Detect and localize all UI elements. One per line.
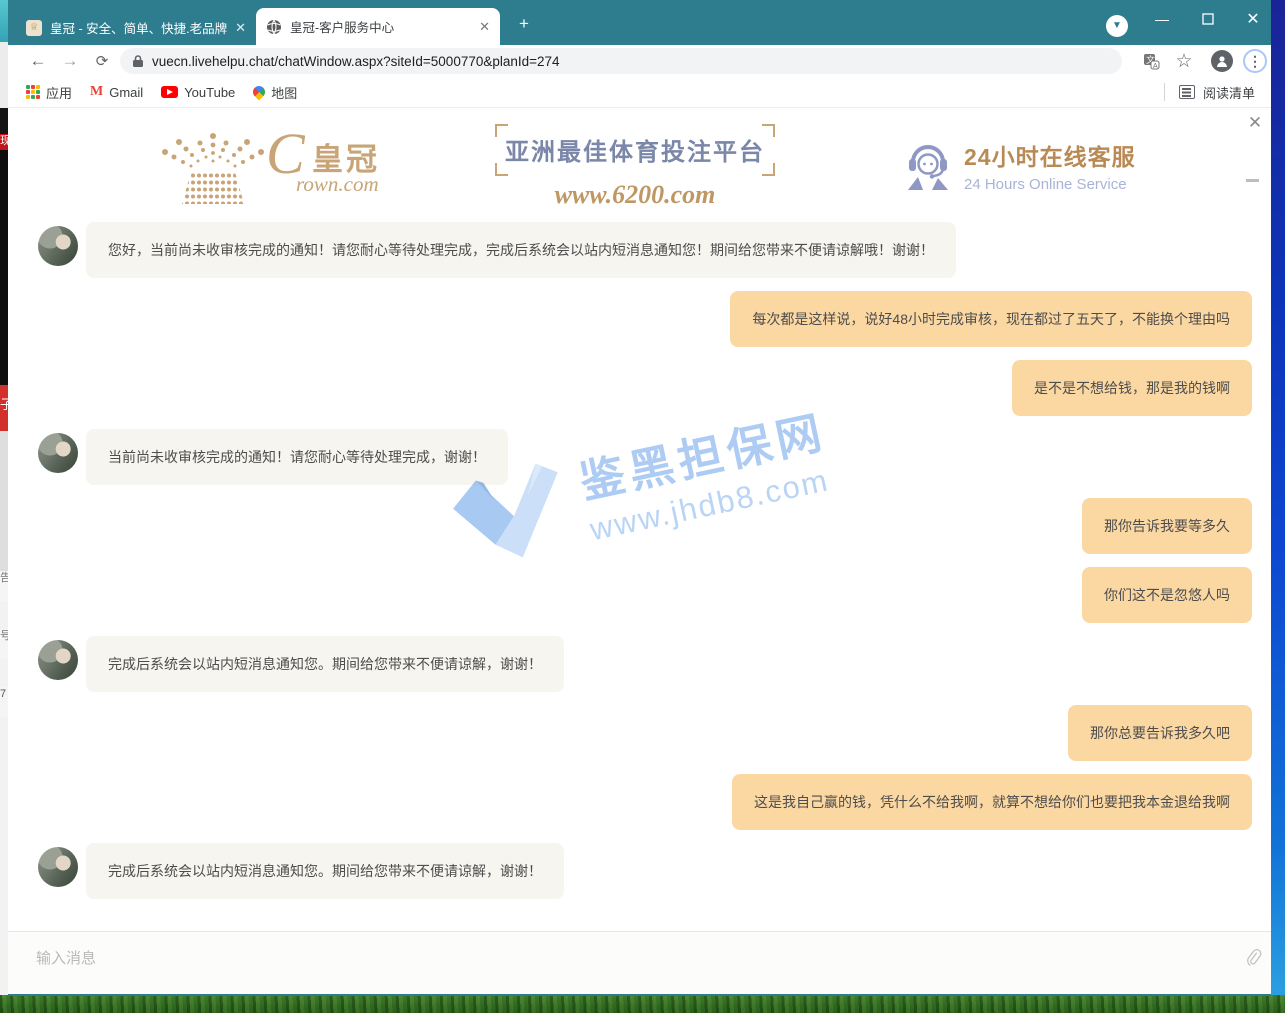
chat-message-row: 那你总要告诉我多久吧 xyxy=(38,705,1252,761)
back-button[interactable]: ← xyxy=(26,49,50,73)
message-input-placeholder: 输入消息 xyxy=(36,947,96,968)
chat-message-row: 您好，当前尚未收审核完成的通知！请您耐心等待处理完成，完成后系统会以站内短消息通… xyxy=(38,222,1252,278)
youtube-icon xyxy=(161,86,178,98)
maps-pin-icon xyxy=(251,84,268,101)
bookmark-youtube[interactable]: YouTube xyxy=(161,85,235,100)
bookmark-label: Gmail xyxy=(109,85,143,100)
bracket-corner xyxy=(495,124,508,137)
globe-favicon xyxy=(266,19,282,35)
crown-wordmark: C 皇冠 rown.com xyxy=(266,130,481,202)
banner-slogan: 亚洲最佳体育投注平台 xyxy=(499,132,771,167)
agent-avatar xyxy=(38,640,78,680)
forward-button[interactable]: → xyxy=(58,49,82,73)
tab-title: 皇冠 - 安全、简单、快捷.老品牌 xyxy=(50,18,227,37)
tab-strip: ♕ 皇冠 - 安全、简单、快捷.老品牌 ✕ 皇冠-客户服务中心 ✕ + ▼ — xyxy=(8,0,1271,45)
bookmark-label: 应用 xyxy=(46,83,72,102)
bracket-corner xyxy=(762,124,775,137)
tab-crown-home[interactable]: ♕ 皇冠 - 安全、简单、快捷.老品牌 ✕ xyxy=(16,10,256,45)
chat-message-row: 完成后系统会以站内短消息通知您。期间给您带来不便请谅解，谢谢！ xyxy=(38,843,1252,899)
agent-message-bubble: 您好，当前尚未收审核完成的通知！请您耐心等待处理完成，完成后系统会以站内短消息通… xyxy=(86,222,956,278)
crown-favicon: ♕ xyxy=(26,20,42,36)
bookmark-star-icon[interactable]: ☆ xyxy=(1172,49,1196,73)
reading-list-label: 阅读清单 xyxy=(1203,83,1255,102)
media-controls-button[interactable]: ▼ xyxy=(1106,15,1128,37)
chat-message-row: 每次都是这样说，说好48小时完成审核，现在都过了五天了，不能换个理由吗 xyxy=(38,291,1252,347)
chat-message-row: 当前尚未收审核完成的通知！请您耐心等待处理完成，谢谢！ xyxy=(38,429,1252,485)
tab-customer-service[interactable]: 皇冠-客户服务中心 ✕ xyxy=(256,8,500,45)
bookmark-maps[interactable]: 地图 xyxy=(253,83,297,102)
banner-url: www.6200.com xyxy=(495,180,775,210)
service-block: 24小时在线客服 24 Hours Online Service xyxy=(906,138,1136,193)
chat-message-row: 是不是不想给钱，那是我的钱啊 xyxy=(38,360,1252,416)
tab-close-icon[interactable]: ✕ xyxy=(479,19,490,35)
gmail-icon: M xyxy=(90,84,103,100)
screen: 现 子 告 号 7 ♕ 皇冠 - 安全、简单、快捷.老品牌 ✕ 皇冠-客户服务中… xyxy=(0,0,1285,1013)
chat-message-row: 这是我自己赢的钱，凭什么不给我啊，就算不想给你们也要把我本金退给我啊 xyxy=(38,774,1252,830)
attachment-paperclip-icon[interactable] xyxy=(1244,948,1264,975)
user-message-bubble: 你们这不是忽悠人吗 xyxy=(1082,567,1252,623)
user-message-bubble: 这是我自己赢的钱，凭什么不给我啊，就算不想给你们也要把我本金退给我啊 xyxy=(732,774,1252,830)
tab-title: 皇冠-客户服务中心 xyxy=(290,17,471,36)
bookmark-apps[interactable]: 应用 xyxy=(26,83,72,102)
agent-message-bubble: 完成后系统会以站内短消息通知您。期间给您带来不便请谅解，谢谢！ xyxy=(86,843,564,899)
crown-logo: C 皇冠 rown.com xyxy=(160,130,481,206)
reading-list-icon xyxy=(1179,85,1195,99)
bracket-corner xyxy=(495,163,508,176)
bracket-corner xyxy=(762,163,775,176)
chat-message-row: 那你告诉我要等多久 xyxy=(38,498,1252,554)
service-title: 24小时在线客服 xyxy=(964,138,1136,172)
chat-page: ✕ xyxy=(8,108,1271,994)
bookmark-gmail[interactable]: M Gmail xyxy=(90,84,143,100)
lock-icon xyxy=(132,54,144,68)
agent-avatar xyxy=(38,847,78,887)
person-icon xyxy=(1215,54,1229,68)
maximize-icon xyxy=(1202,13,1214,25)
apps-grid-icon xyxy=(26,85,40,99)
agent-message-bubble: 当前尚未收审核完成的通知！请您耐心等待处理完成，谢谢！ xyxy=(86,429,508,485)
user-message-bubble: 是不是不想给钱，那是我的钱啊 xyxy=(1012,360,1252,416)
user-message-bubble: 那你告诉我要等多久 xyxy=(1082,498,1252,554)
chat-message-row: 你们这不是忽悠人吗 xyxy=(38,567,1252,623)
window-close-button[interactable]: ✕ xyxy=(1233,0,1273,38)
headset-agent-icon xyxy=(906,142,950,190)
chat-message-row: 完成后系统会以站内短消息通知您。期间给您带来不便请谅解，谢谢！ xyxy=(38,636,1252,692)
address-bar[interactable]: vuecn.livehelpu.chat/chatWindow.aspx?sit… xyxy=(120,48,1122,74)
desktop-wallpaper-grass xyxy=(0,995,1285,1013)
user-message-bubble: 每次都是这样说，说好48小时完成审核，现在都过了五天了，不能换个理由吗 xyxy=(730,291,1252,347)
background-window-sliver: 现 子 告 号 7 xyxy=(0,0,8,995)
message-input-bar[interactable]: 输入消息 xyxy=(8,931,1271,994)
reading-list-button[interactable]: 阅读清单 xyxy=(1164,83,1255,102)
service-subtitle: 24 Hours Online Service xyxy=(964,176,1136,193)
agent-avatar xyxy=(38,433,78,473)
url-text: vuecn.livehelpu.chat/chatWindow.aspx?sit… xyxy=(152,54,560,69)
reload-button[interactable]: ⟳ xyxy=(90,49,114,73)
tab-close-icon[interactable]: ✕ xyxy=(235,20,246,36)
crown-dots-icon xyxy=(160,130,266,206)
page-header: C 皇冠 rown.com 亚洲最佳体育投注平台 www.6200.com xyxy=(8,118,1271,210)
browser-window: ♕ 皇冠 - 安全、简单、快捷.老品牌 ✕ 皇冠-客户服务中心 ✕ + ▼ — xyxy=(8,0,1271,996)
window-minimize-button[interactable]: — xyxy=(1142,0,1182,38)
logo-script: rown.com xyxy=(296,172,379,197)
window-maximize-button[interactable] xyxy=(1188,0,1228,38)
bookmark-label: YouTube xyxy=(184,85,235,100)
separator xyxy=(1164,83,1165,101)
browser-toolbar: ← → ⟳ vuecn.livehelpu.chat/chatWindow.as… xyxy=(8,45,1271,77)
translate-icon[interactable]: 文 A xyxy=(1139,49,1163,73)
center-banner: 亚洲最佳体育投注平台 www.6200.com xyxy=(495,124,775,210)
new-tab-button[interactable]: + xyxy=(512,13,536,37)
agent-avatar xyxy=(38,226,78,266)
browser-menu-button[interactable]: ⋮ xyxy=(1243,49,1267,73)
agent-message-bubble: 完成后系统会以站内短消息通知您。期间给您带来不便请谅解，谢谢！ xyxy=(86,636,564,692)
bookmark-label: 地图 xyxy=(271,83,297,102)
svg-text:A: A xyxy=(1153,63,1158,70)
chat-messages: 您好，当前尚未收审核完成的通知！请您耐心等待处理完成，完成后系统会以站内短消息通… xyxy=(8,222,1271,912)
user-message-bubble: 那你总要告诉我多久吧 xyxy=(1068,705,1252,761)
profile-avatar[interactable] xyxy=(1211,50,1233,72)
desktop-wallpaper-right xyxy=(1271,0,1285,996)
bookmarks-bar: 应用 M Gmail YouTube 地图 阅读清单 xyxy=(8,77,1271,108)
